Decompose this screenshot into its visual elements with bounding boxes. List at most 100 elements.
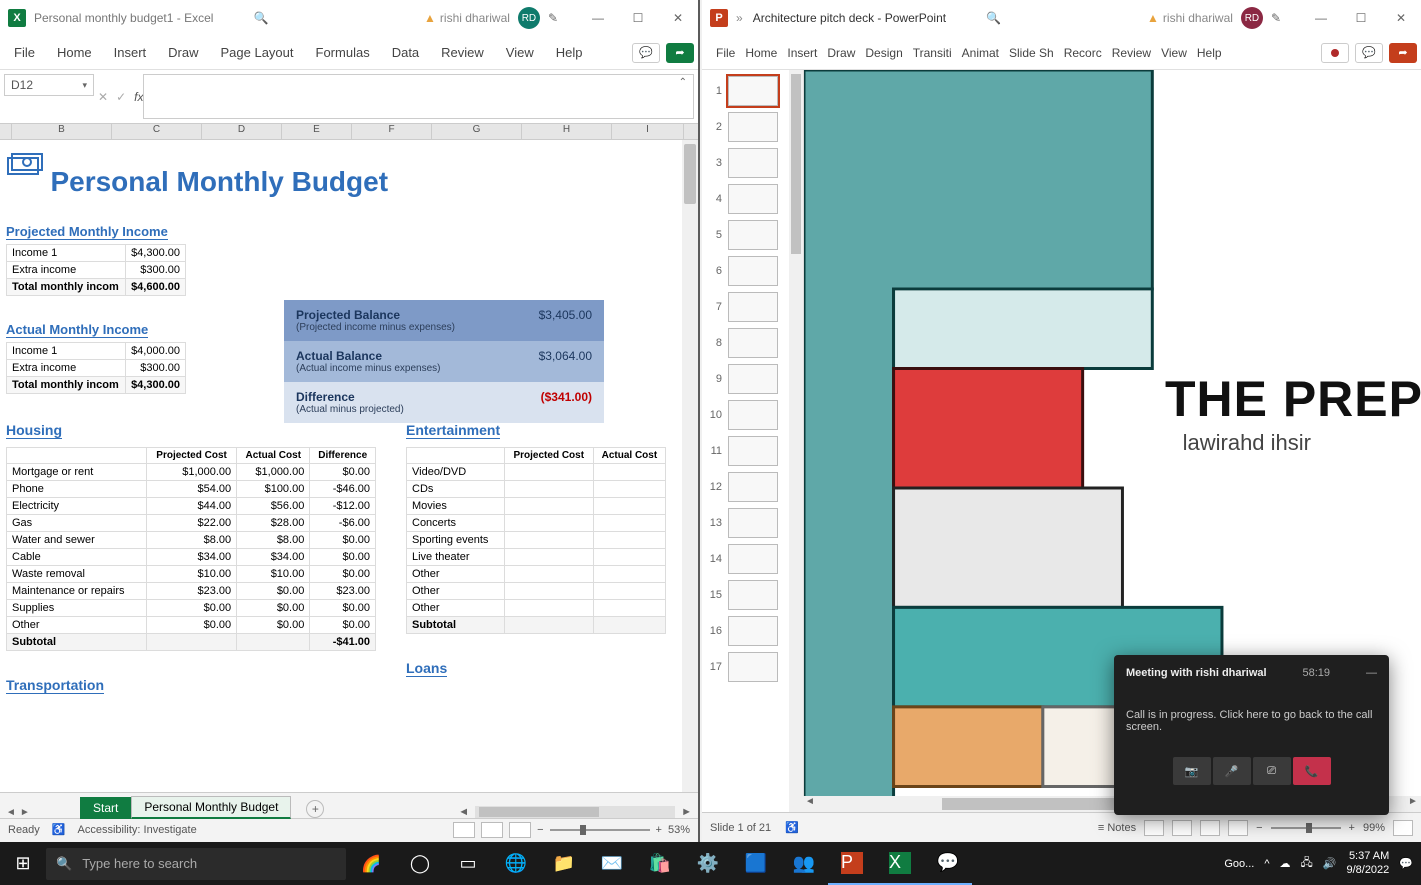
hangup-button[interactable]: 📞 bbox=[1293, 757, 1331, 785]
slide-thumb-7[interactable]: 7 bbox=[702, 292, 803, 322]
quick-access-more[interactable]: » bbox=[736, 11, 743, 25]
view-normal[interactable] bbox=[453, 822, 475, 838]
slide-thumb-15[interactable]: 15 bbox=[702, 580, 803, 610]
ribbon-view[interactable]: View bbox=[506, 45, 534, 60]
zoom-in[interactable]: + bbox=[656, 824, 662, 836]
ribbon-help[interactable]: Help bbox=[1197, 46, 1222, 60]
slide-thumb-9[interactable]: 9 bbox=[702, 364, 803, 394]
slide-thumb-17[interactable]: 17 bbox=[702, 652, 803, 682]
slide-thumb-6[interactable]: 6 bbox=[702, 256, 803, 286]
notifications-icon[interactable]: 💬 bbox=[1399, 857, 1413, 870]
slide-thumb-4[interactable]: 4 bbox=[702, 184, 803, 214]
close-button[interactable]: ✕ bbox=[658, 11, 698, 25]
slide-thumb-3[interactable]: 3 bbox=[702, 148, 803, 178]
ribbon-review[interactable]: Review bbox=[1112, 46, 1151, 60]
ribbon-insert[interactable]: Insert bbox=[114, 45, 147, 60]
expand-formula-icon[interactable]: ⌃ bbox=[679, 77, 687, 88]
maximize-button[interactable]: ☐ bbox=[618, 11, 658, 25]
widgets-icon[interactable]: 🟦 bbox=[732, 842, 780, 885]
excel-taskbar-icon[interactable]: X bbox=[876, 842, 924, 885]
accessibility-icon[interactable]: ♿ bbox=[785, 821, 799, 834]
horizontal-scrollbar[interactable] bbox=[475, 806, 675, 818]
view-normal[interactable] bbox=[1144, 820, 1164, 836]
network-icon[interactable]: 🖧 bbox=[1301, 854, 1313, 873]
slide-thumb-10[interactable]: 10 bbox=[702, 400, 803, 430]
worksheet[interactable]: Personal Monthly Budget Projected Monthl… bbox=[0, 140, 682, 792]
view-sorter[interactable] bbox=[1172, 820, 1192, 836]
col-f[interactable]: F bbox=[352, 124, 432, 139]
zoom-level[interactable]: 99% bbox=[1363, 822, 1385, 834]
user-avatar[interactable]: RD bbox=[518, 7, 540, 29]
minimize-call-button[interactable]: — bbox=[1366, 667, 1377, 679]
slide-thumb-16[interactable]: 16 bbox=[702, 616, 803, 646]
task-view-button[interactable]: ◯ bbox=[396, 842, 444, 885]
search-icon[interactable]: 🔍 bbox=[253, 11, 268, 25]
pen-icon[interactable]: ✎ bbox=[1271, 11, 1281, 25]
file-explorer-icon[interactable]: 📁 bbox=[540, 842, 588, 885]
ribbon-insert[interactable]: Insert bbox=[787, 46, 817, 60]
ribbon-pagelayout[interactable]: Page Layout bbox=[221, 45, 294, 60]
slide-thumb-14[interactable]: 14 bbox=[702, 544, 803, 574]
share-screen-button[interactable]: ⎚ bbox=[1253, 757, 1291, 785]
ribbon-data[interactable]: Data bbox=[392, 45, 419, 60]
start-button[interactable]: ⊞ bbox=[0, 853, 46, 874]
ribbon-draw[interactable]: Draw bbox=[827, 46, 855, 60]
onedrive-icon[interactable]: ☁ bbox=[1280, 857, 1291, 870]
col-g[interactable]: G bbox=[432, 124, 522, 139]
col-h[interactable]: H bbox=[522, 124, 612, 139]
notes-button[interactable]: ≡ Notes bbox=[1098, 822, 1136, 834]
task-timeline-button[interactable]: ▭ bbox=[444, 842, 492, 885]
ribbon-animations[interactable]: Animat bbox=[962, 46, 999, 60]
comments-button[interactable]: 💬 bbox=[632, 43, 660, 63]
camera-button[interactable]: 📷 bbox=[1173, 757, 1211, 785]
record-button[interactable] bbox=[1321, 43, 1349, 63]
store-icon[interactable]: 🛍️ bbox=[636, 842, 684, 885]
ribbon-home[interactable]: Home bbox=[745, 46, 777, 60]
enter-icon[interactable]: ✓ bbox=[116, 90, 126, 104]
slide-thumb-12[interactable]: 12 bbox=[702, 472, 803, 502]
zoom-level[interactable]: 53% bbox=[668, 824, 690, 836]
ribbon-file[interactable]: File bbox=[14, 45, 35, 60]
edge-icon[interactable]: 🌐 bbox=[492, 842, 540, 885]
col-i[interactable]: I bbox=[612, 124, 684, 139]
search-icon[interactable]: 🔍 bbox=[986, 11, 1001, 25]
fit-to-window[interactable] bbox=[1393, 820, 1413, 836]
tab-budget[interactable]: Personal Monthly Budget bbox=[131, 796, 291, 819]
slide-thumb-5[interactable]: 5 bbox=[702, 220, 803, 250]
ribbon-design[interactable]: Design bbox=[865, 46, 902, 60]
col-d[interactable]: D bbox=[202, 124, 282, 139]
formula-input[interactable]: ⌃ bbox=[143, 74, 694, 119]
tab-start[interactable]: Start bbox=[80, 797, 131, 819]
view-pagelayout[interactable] bbox=[481, 822, 503, 838]
zoom-slider[interactable] bbox=[1271, 827, 1341, 829]
tab-scroll-left[interactable]: ◄ bbox=[6, 807, 16, 818]
minimize-button[interactable]: — bbox=[1301, 11, 1341, 25]
hscroll-left[interactable]: ◄ bbox=[458, 806, 469, 818]
ribbon-record[interactable]: Recorc bbox=[1064, 46, 1102, 60]
teams-call-overlay[interactable]: Meeting with rishi dhariwal 58:19 — Call… bbox=[1114, 655, 1389, 815]
vertical-scrollbar[interactable] bbox=[682, 140, 698, 792]
user-avatar[interactable]: RD bbox=[1241, 7, 1263, 29]
add-sheet-button[interactable]: + bbox=[306, 800, 324, 818]
name-box[interactable]: D12▾ bbox=[4, 74, 94, 96]
zoom-slider[interactable] bbox=[550, 829, 650, 831]
zoom-out[interactable]: − bbox=[537, 824, 543, 836]
settings-icon[interactable]: ⚙️ bbox=[684, 842, 732, 885]
comments-button[interactable]: 💬 bbox=[1355, 43, 1383, 63]
slide-thumb-8[interactable]: 8 bbox=[702, 328, 803, 358]
ribbon-home[interactable]: Home bbox=[57, 45, 92, 60]
slide-thumb-11[interactable]: 11 bbox=[702, 436, 803, 466]
hscroll-right[interactable]: ► bbox=[1405, 796, 1421, 812]
zoom-in[interactable]: + bbox=[1349, 822, 1355, 834]
hscroll-right[interactable]: ► bbox=[681, 806, 692, 818]
ribbon-review[interactable]: Review bbox=[441, 45, 484, 60]
zoom-out[interactable]: − bbox=[1256, 822, 1262, 834]
col-c[interactable]: C bbox=[112, 124, 202, 139]
accessibility-icon[interactable]: ♿ bbox=[52, 823, 66, 836]
close-button[interactable]: ✕ bbox=[1381, 11, 1421, 25]
weather-widget[interactable]: Goo... bbox=[1224, 858, 1254, 870]
ribbon-formulas[interactable]: Formulas bbox=[316, 45, 370, 60]
slide-thumb-2[interactable]: 2 bbox=[702, 112, 803, 142]
tab-scroll-right[interactable]: ► bbox=[20, 807, 30, 818]
taskbar-search[interactable]: 🔍Type here to search bbox=[46, 848, 346, 880]
